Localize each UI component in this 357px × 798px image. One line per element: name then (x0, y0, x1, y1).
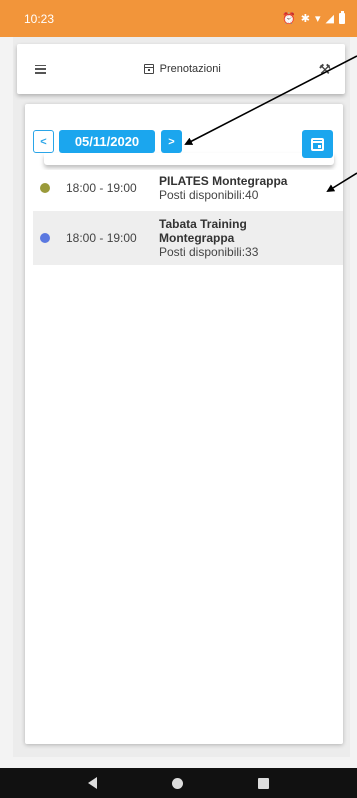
status-icons: ⏰ ✱ ▾ ◢ (282, 11, 345, 25)
tools-icon[interactable]: ⚒ (318, 61, 331, 78)
wifi-icon: ▾ (315, 13, 321, 25)
calendar-icon (311, 137, 324, 151)
battery-icon (339, 11, 345, 24)
selected-date[interactable]: 05/11/2020 (59, 130, 155, 153)
activity-availability: Posti disponibili:33 (159, 245, 259, 259)
activity-status-dot (40, 182, 50, 193)
signal-icon: ◢ (325, 13, 334, 25)
home-icon[interactable] (171, 777, 183, 789)
back-icon[interactable] (87, 777, 97, 789)
activity-name-line2: Montegrappa (159, 231, 235, 245)
status-time: 10:23 (24, 11, 55, 26)
activity-availability: Posti disponibili:40 (159, 187, 259, 202)
system-nav-bar (0, 768, 357, 798)
alarm-icon: ⏰ (282, 13, 296, 25)
date-nav-divider (44, 153, 334, 165)
app-header: Prenotazioni ⚒ (17, 44, 345, 94)
recents-icon[interactable] (258, 777, 270, 789)
activity-status-dot (40, 233, 50, 243)
page-title: Prenotazioni (143, 63, 221, 75)
hamburger-menu-icon[interactable] (35, 64, 46, 74)
activity-time: 18:00 - 19:00 (66, 231, 137, 245)
activity-name: PILATES Montegrappa (159, 173, 288, 188)
previous-day-button[interactable]: < (33, 130, 54, 153)
activity-item[interactable]: 18:00 - 19:00 Tabata Training Montegrapp… (33, 211, 343, 265)
activity-info: PILATES Montegrappa Posti disponibili:40 (159, 174, 287, 202)
status-bar: 10:23 ⏰ ✱ ▾ ◢ (0, 0, 357, 37)
bluetooth-icon: ✱ (300, 13, 310, 25)
activity-item[interactable]: 18:00 - 19:00 PILATES Montegrappa Posti … (33, 170, 343, 205)
activity-time: 18:00 - 19:00 (66, 180, 137, 195)
calendar-plus-icon (143, 64, 154, 74)
calendar-picker-button[interactable] (302, 130, 333, 158)
next-day-button[interactable]: > (161, 130, 182, 153)
page-title-text: Prenotazioni (159, 63, 221, 75)
activity-name: Tabata Training (159, 217, 247, 231)
activity-info: Tabata Training Montegrappa Posti dispon… (159, 217, 258, 259)
